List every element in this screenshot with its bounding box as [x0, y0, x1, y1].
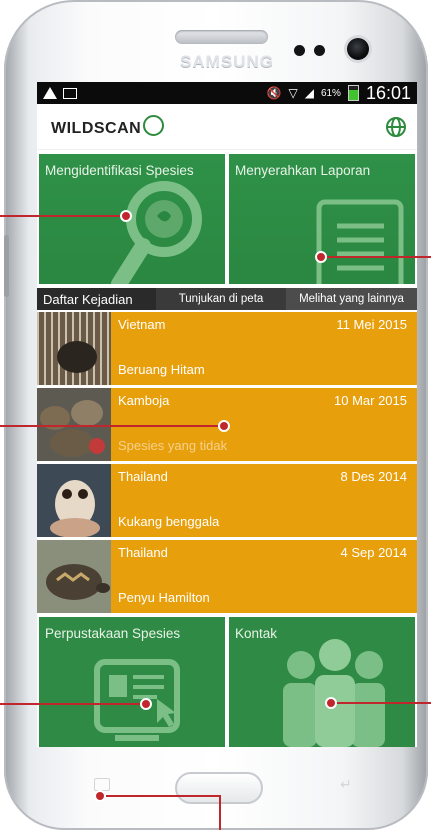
front-camera: [347, 38, 369, 60]
phone-frame: SAMSUNG 🔇 ▽ ◢ 61% 16:01 WILDSCAN Mengide…: [4, 0, 428, 830]
incident-date: 8 Des 2014: [340, 469, 408, 484]
callout-menu-vertical: [219, 795, 221, 830]
clock: 16:01: [365, 82, 411, 103]
app-header: WILDSCAN: [37, 104, 417, 150]
callout-report-line: [322, 256, 431, 258]
incident-list: Vietnam 11 Mei 2015 Beruang Hitam Kamboj…: [37, 312, 417, 613]
tab-see-more[interactable]: Melihat yang lainnya: [286, 288, 417, 310]
callout-report-dot: [315, 251, 327, 263]
callout-contact-line: [332, 702, 431, 704]
light-sensor: [314, 45, 325, 56]
app-logo: WILDSCAN: [51, 115, 165, 138]
list-item[interactable]: Thailand 8 Des 2014 Kukang benggala: [37, 464, 417, 537]
incident-country: Vietnam: [118, 317, 166, 332]
mute-icon: 🔇: [266, 86, 282, 100]
incident-country: Thailand: [118, 469, 168, 484]
menu-key-icon[interactable]: [94, 778, 110, 791]
monitor-pointer-icon: [94, 659, 180, 741]
proximity-sensor: [294, 45, 305, 56]
callout-identify-line: [0, 215, 130, 217]
incident-country: Thailand: [118, 545, 168, 560]
incident-species: Spesies yang tidak: [118, 438, 228, 453]
battery-percent: 61%: [320, 87, 341, 99]
earpiece-speaker: [175, 30, 268, 44]
list-item[interactable]: Vietnam 11 Mei 2015 Beruang Hitam: [37, 312, 417, 385]
callout-incident-dot: [218, 420, 230, 432]
callout-incident-line: [0, 425, 228, 427]
incident-photo: [37, 312, 111, 385]
volume-button[interactable]: [4, 235, 9, 297]
callout-menu-line: [100, 795, 220, 797]
tab-show-map[interactable]: Tunjukan di peta: [156, 288, 286, 310]
device-brand: SAMSUNG: [180, 52, 274, 71]
back-key-icon[interactable]: ↵: [340, 776, 360, 792]
contact-tile[interactable]: Kontak: [229, 617, 415, 747]
document-icon: [316, 199, 404, 284]
app-logo-text: WILDSCAN: [51, 120, 142, 137]
wifi-icon: ▽: [288, 86, 298, 100]
tab-incident-list[interactable]: Daftar Kejadian: [37, 288, 156, 310]
incident-species: Beruang Hitam: [118, 362, 205, 377]
screen: 🔇 ▽ ◢ 61% 16:01 WILDSCAN Mengidentifikas…: [37, 82, 417, 747]
incident-photo: [37, 540, 111, 613]
list-item[interactable]: Thailand 4 Sep 2014 Penyu Hamilton: [37, 540, 417, 613]
callout-library-dot: [140, 698, 152, 710]
callout-contact-dot: [325, 697, 337, 709]
incident-date: 11 Mei 2015: [336, 317, 407, 332]
callout-identify-dot: [120, 210, 132, 222]
logo-mark-icon: [143, 115, 165, 136]
incident-species: Penyu Hamilton: [118, 590, 210, 605]
callout-menu-dot: [94, 790, 106, 802]
incident-date: 4 Sep 2014: [340, 545, 407, 560]
incident-date: 10 Mar 2015: [334, 393, 407, 408]
people-group-icon: [283, 639, 385, 747]
incident-country: Kamboja: [118, 393, 170, 408]
battery-icon: [347, 85, 359, 101]
species-library-tile[interactable]: Perpustakaan Spesies: [39, 617, 225, 747]
submit-report-tile[interactable]: Menyerahkan Laporan: [229, 154, 415, 284]
incident-species: Kukang benggala: [118, 514, 220, 529]
incident-tabs: Daftar Kejadian Tunjukan di peta Melihat…: [37, 288, 417, 310]
identify-species-tile[interactable]: Mengidentifikasi Spesies: [39, 154, 225, 284]
signal-icon: ◢: [304, 86, 314, 100]
warning-icon: [43, 87, 57, 99]
callout-library-line: [0, 703, 150, 705]
status-bar: 🔇 ▽ ◢ 61% 16:01: [37, 82, 417, 104]
globe-icon[interactable]: [385, 116, 407, 138]
image-notification-icon: [63, 87, 77, 99]
incident-photo: [37, 464, 111, 537]
